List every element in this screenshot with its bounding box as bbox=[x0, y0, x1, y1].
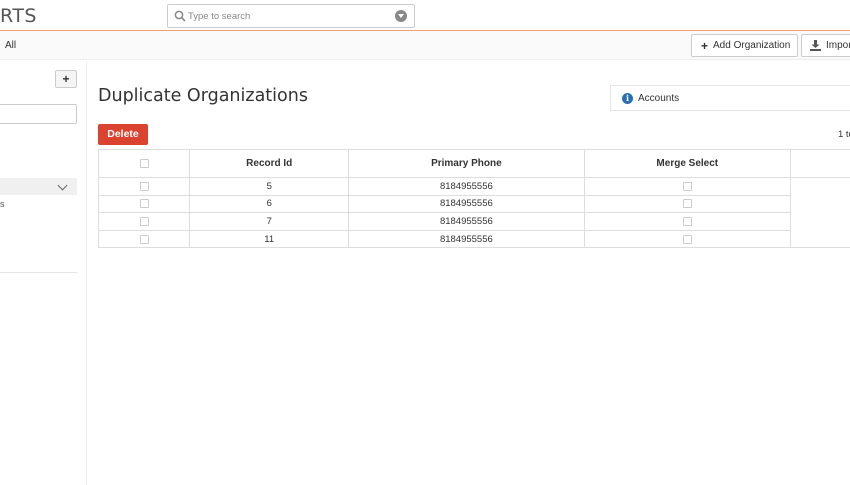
select-all-cell bbox=[97, 149, 191, 178]
search-icon bbox=[174, 10, 186, 22]
row-select-checkbox[interactable] bbox=[139, 181, 149, 191]
table-row: 7 8184955556 bbox=[97, 212, 850, 231]
record-id-cell: 7 bbox=[189, 212, 350, 231]
chevron-down-circle-icon[interactable] bbox=[395, 10, 407, 22]
sidebar-group-header[interactable] bbox=[0, 178, 77, 195]
primary-phone-cell: 8184955556 bbox=[348, 212, 585, 231]
table-row: 5 8184955556 bbox=[97, 177, 850, 196]
record-id-cell: 6 bbox=[189, 194, 350, 214]
download-icon bbox=[810, 40, 821, 51]
info-icon: i bbox=[622, 92, 633, 104]
add-organization-button[interactable]: + Add Organization bbox=[691, 34, 798, 57]
delete-button[interactable]: Delete bbox=[98, 124, 148, 145]
add-organization-label: Add Organization bbox=[713, 40, 791, 51]
record-id-cell: 5 bbox=[189, 177, 350, 196]
table-row: 11 8184955556 bbox=[97, 229, 850, 249]
table-header-row: Record Id Primary Phone Merge Select bbox=[97, 149, 850, 178]
pagination-info: 1 to bbox=[838, 129, 850, 140]
chevron-down-icon bbox=[57, 180, 68, 191]
sidebar-filter-input[interactable] bbox=[0, 104, 77, 124]
row-select-checkbox[interactable] bbox=[139, 216, 149, 226]
merge-select-checkbox[interactable] bbox=[682, 199, 692, 209]
plus-icon: + bbox=[701, 38, 709, 53]
top-header: RTS bbox=[0, 0, 850, 31]
record-id-cell: 11 bbox=[189, 229, 350, 249]
search-input[interactable] bbox=[188, 8, 388, 25]
column-header-record-id[interactable]: Record Id bbox=[189, 149, 350, 178]
import-button[interactable]: Import bbox=[801, 34, 850, 57]
row-select-checkbox[interactable] bbox=[139, 199, 149, 209]
column-header-merge-select: Merge Select bbox=[583, 149, 792, 178]
duplicates-table: Record Id Primary Phone Merge Select 5 8… bbox=[97, 149, 850, 249]
table-row: 6 8184955556 bbox=[97, 194, 850, 214]
sidebar-divider bbox=[0, 272, 77, 273]
merge-select-checkbox[interactable] bbox=[682, 216, 692, 226]
import-label: Import bbox=[826, 40, 850, 51]
accounts-info-panel: i Accounts bbox=[610, 85, 850, 111]
select-all-checkbox[interactable] bbox=[139, 158, 149, 168]
merge-select-checkbox[interactable] bbox=[682, 234, 692, 244]
accounts-label: Accounts bbox=[638, 92, 680, 104]
left-sidebar: + s bbox=[0, 61, 87, 485]
sidebar-item[interactable]: s bbox=[0, 199, 5, 209]
column-header-extra bbox=[790, 149, 850, 178]
primary-phone-cell: 8184955556 bbox=[348, 194, 585, 214]
global-search[interactable] bbox=[167, 4, 415, 28]
merge-select-checkbox[interactable] bbox=[682, 181, 692, 191]
sidebar-add-button[interactable]: + bbox=[55, 70, 77, 88]
filter-all-link[interactable]: All bbox=[5, 40, 16, 51]
row-select-checkbox[interactable] bbox=[139, 234, 149, 244]
app-logo[interactable]: RTS bbox=[0, 5, 37, 27]
page-title: Duplicate Organizations bbox=[98, 86, 308, 106]
primary-phone-cell: 8184955556 bbox=[348, 229, 585, 249]
column-header-primary-phone[interactable]: Primary Phone bbox=[348, 149, 585, 178]
primary-phone-cell: 8184955556 bbox=[348, 177, 585, 196]
